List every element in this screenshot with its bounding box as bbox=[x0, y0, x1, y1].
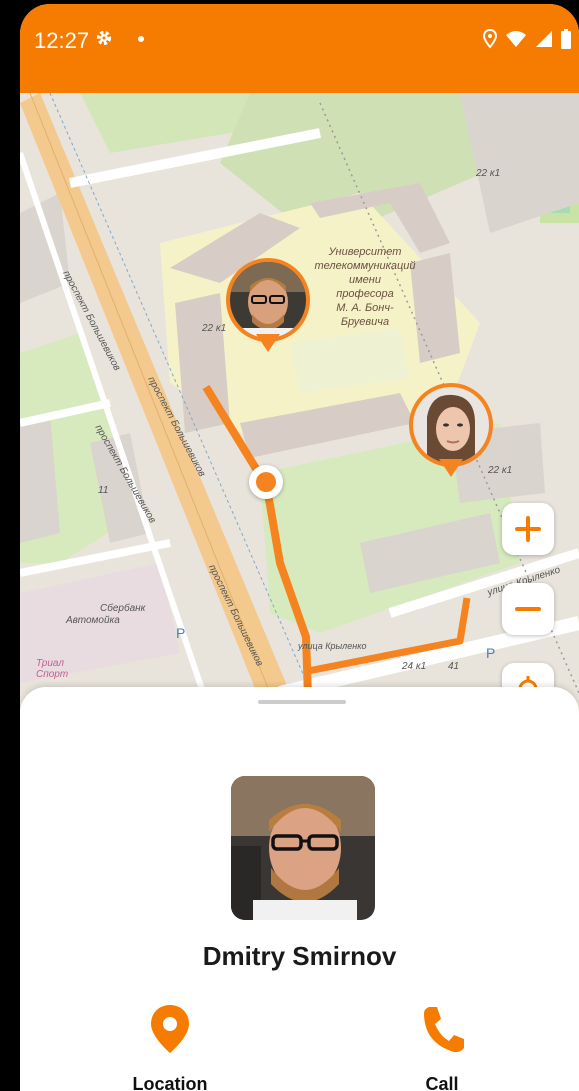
call-button[interactable]: Call bbox=[372, 1003, 512, 1091]
plus-icon bbox=[515, 516, 541, 542]
profile-name: Dmitry Smirnov bbox=[202, 941, 397, 971]
poi-label: Сбербанк bbox=[100, 603, 146, 614]
map-view[interactable]: Университет телекоммуникаций имени профе… bbox=[20, 93, 579, 713]
gps-icon bbox=[483, 29, 497, 49]
building-number: 41 bbox=[448, 661, 460, 672]
university-label-line: Бруевича bbox=[340, 316, 390, 328]
university-label-line: имени bbox=[349, 274, 381, 286]
phone-screen: 12:27 Университет телекоммуникаций имени… bbox=[20, 4, 579, 1091]
building-number: 11 bbox=[98, 485, 109, 496]
bottom-sheet[interactable]: Dmitry Smirnov Location Call bbox=[20, 687, 579, 1091]
battery-icon bbox=[561, 29, 571, 49]
avatar bbox=[230, 262, 306, 338]
call-button-label: Call bbox=[425, 1074, 459, 1091]
pin-tip bbox=[439, 459, 463, 477]
building-number: 24 к1 bbox=[402, 661, 427, 672]
phone-icon bbox=[424, 1007, 464, 1053]
poi-label: Триал Спорт bbox=[36, 658, 69, 680]
street-label: улица Крыленко bbox=[298, 641, 367, 651]
app-bar: 12:27 bbox=[20, 4, 579, 93]
university-label-line: Университет bbox=[328, 246, 402, 258]
pin-ring bbox=[226, 258, 310, 342]
my-location-marker bbox=[249, 465, 283, 499]
location-button-label: Location bbox=[132, 1074, 208, 1091]
university-label-line: телекоммуникаций bbox=[314, 260, 416, 272]
zoom-in-button[interactable] bbox=[502, 503, 554, 555]
minus-icon bbox=[515, 607, 541, 611]
pin-ring bbox=[409, 383, 493, 467]
friend-pin-dmitry[interactable] bbox=[226, 258, 310, 360]
status-bar: 12:27 bbox=[20, 4, 579, 74]
parking-label: P bbox=[486, 645, 496, 661]
building-number: 22 к1 bbox=[476, 168, 501, 179]
university-label-line: М. А. Бонч- bbox=[336, 302, 394, 314]
man-avatar-icon bbox=[230, 262, 306, 338]
university-label: Университет телекоммуникаций имени профе… bbox=[310, 245, 420, 329]
parking-label: P bbox=[176, 625, 186, 641]
notification-dot-icon bbox=[138, 36, 144, 42]
status-icons bbox=[483, 28, 571, 50]
location-pin-icon bbox=[151, 1005, 189, 1053]
building-number: 22 к1 bbox=[202, 323, 227, 334]
status-time: 12:27 bbox=[34, 28, 90, 53]
poi-label: Автомойка bbox=[66, 615, 120, 626]
wifi-icon bbox=[506, 31, 526, 47]
avatar bbox=[413, 387, 489, 463]
signal-icon bbox=[536, 31, 552, 47]
woman-avatar-icon bbox=[413, 387, 489, 463]
location-button[interactable]: Location bbox=[100, 1003, 240, 1091]
friend-pin-woman[interactable] bbox=[409, 383, 493, 485]
profile-photo bbox=[231, 776, 375, 920]
drag-handle[interactable] bbox=[258, 700, 346, 704]
man-portrait-icon bbox=[231, 776, 375, 920]
settings-gear-icon bbox=[96, 30, 112, 46]
university-label-line: професора bbox=[336, 288, 394, 300]
pin-tip bbox=[256, 334, 280, 352]
zoom-out-button[interactable] bbox=[502, 583, 554, 635]
